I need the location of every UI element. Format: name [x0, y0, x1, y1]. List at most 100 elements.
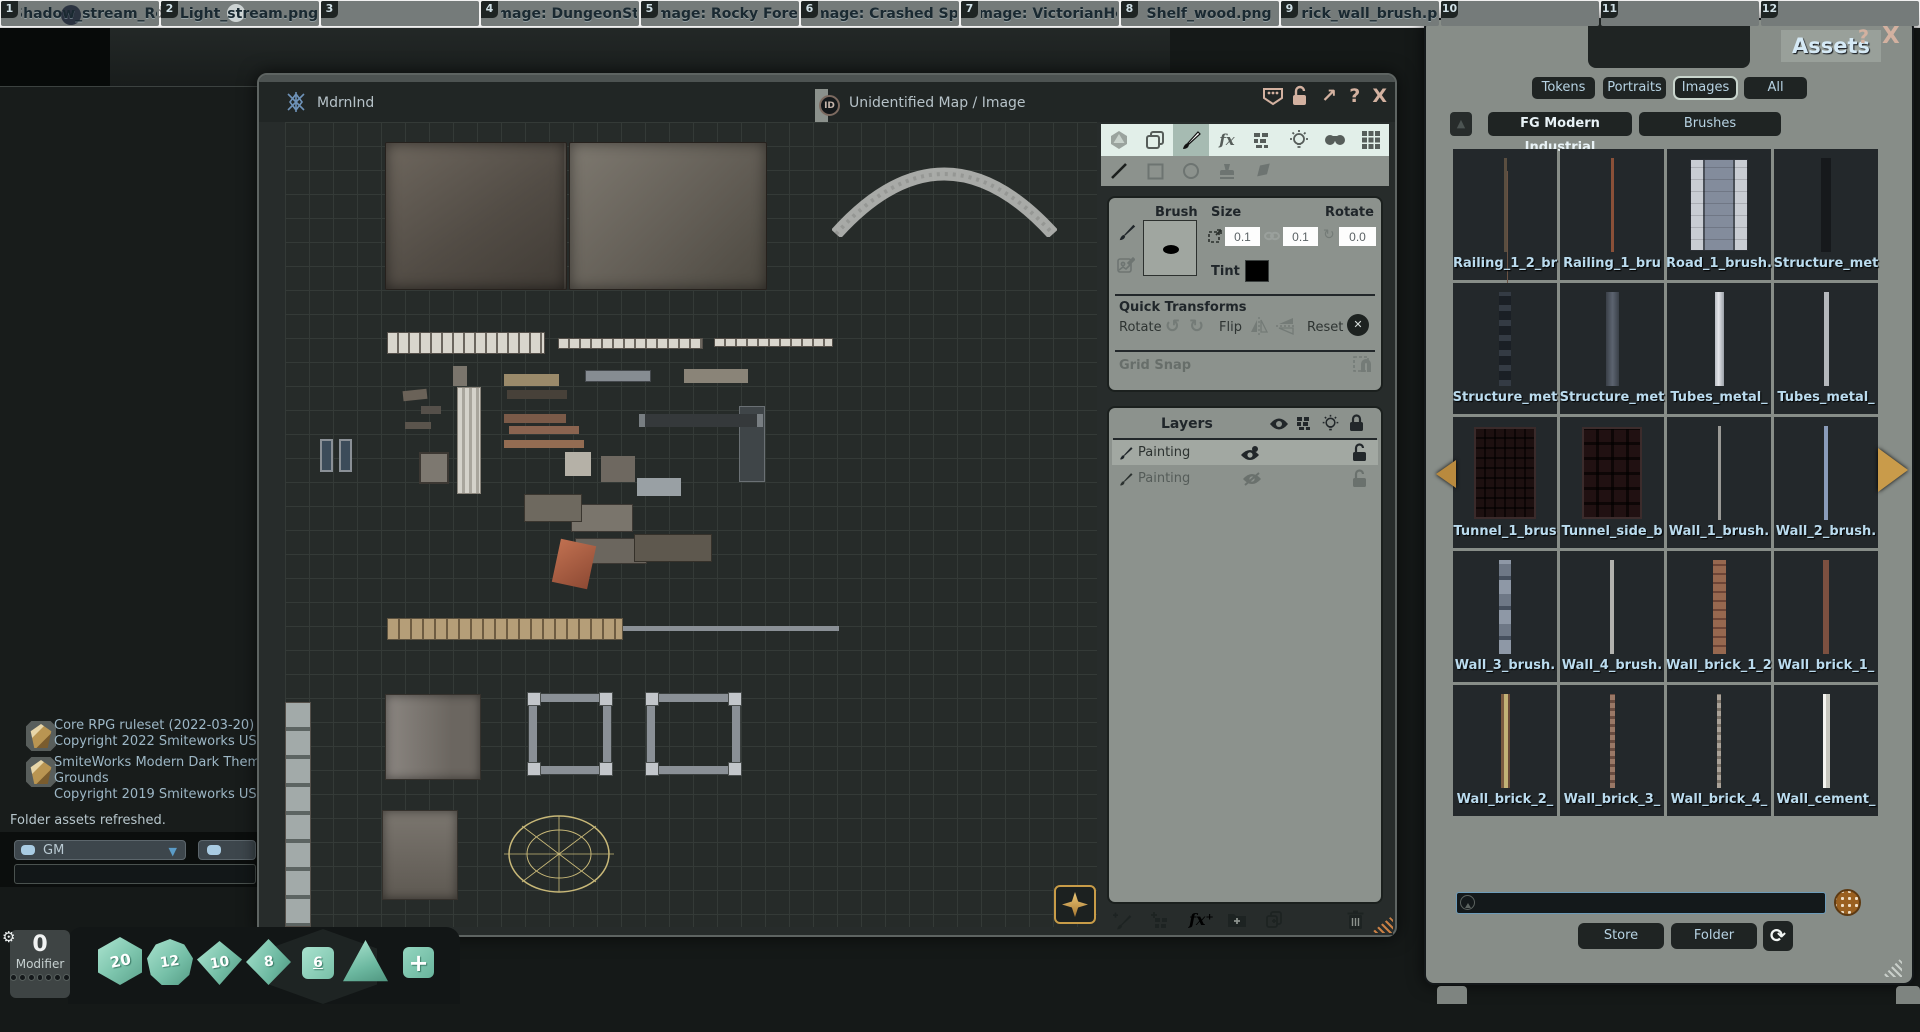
map-tab-label[interactable]: MdrnInd — [317, 95, 374, 111]
asset-item[interactable]: Tubes_metal_ — [1667, 283, 1771, 414]
asset-item[interactable]: Road_1_brush. — [1667, 149, 1771, 280]
asset-search-input[interactable] — [1456, 892, 1826, 914]
map-titlebar[interactable]: MdrnInd ID Unidentified Map / Image ↗ ? … — [259, 75, 1395, 122]
hotbar-slot-8[interactable]: 8Shelf_wood.png — [1121, 1, 1279, 26]
module-button[interactable]: FG Modern Industrial — [1488, 112, 1632, 136]
add-die-button[interactable]: + — [403, 947, 434, 978]
delete-layer-icon[interactable] — [1347, 910, 1364, 930]
chat-mode-button[interactable] — [198, 840, 256, 860]
assets-close-icon[interactable]: X — [1882, 23, 1900, 49]
asset-item[interactable]: Tunnel_1_brus — [1453, 417, 1557, 548]
help-icon[interactable]: ? — [1349, 85, 1360, 107]
effects-tool-icon[interactable]: fx — [1209, 124, 1245, 156]
speaker-dropdown[interactable]: GM ▼ — [14, 840, 186, 860]
asset-item[interactable]: Wall_brick_3_ — [1560, 685, 1664, 816]
rotate-cw-icon[interactable]: ↻ — [1189, 316, 1204, 337]
paint-tool-icon[interactable] — [1173, 124, 1209, 156]
hotbar-slot-12[interactable]: 12 — [1761, 1, 1919, 26]
duplicate-layer-icon[interactable] — [1265, 910, 1283, 930]
line-draw-icon[interactable] — [1101, 156, 1137, 186]
tiles-all-icon[interactable] — [1297, 416, 1313, 431]
refresh-button[interactable]: ⟳ — [1763, 921, 1793, 951]
hotbar-slot-11[interactable]: 11 — [1601, 1, 1759, 26]
asset-item[interactable]: Tubes_metal_ — [1774, 283, 1878, 414]
brush-height-input[interactable] — [1283, 227, 1318, 246]
visibility-all-icon[interactable] — [1269, 417, 1289, 431]
hotbar-slot-5[interactable]: 5Image: Rocky Fores — [641, 1, 799, 26]
layer-visible-icon[interactable] — [1240, 445, 1262, 461]
asset-item[interactable]: Wall_brick_1_2 — [1667, 551, 1771, 682]
asset-item[interactable]: Wall_2_brush. — [1774, 417, 1878, 548]
brush-width-input[interactable] — [1225, 227, 1260, 246]
window-nub[interactable] — [1896, 986, 1920, 1004]
mask-tool-icon[interactable] — [1317, 124, 1353, 156]
modifier-box[interactable]: 0 Modifier — [10, 930, 70, 998]
layer-row[interactable]: Painting — [1112, 466, 1378, 491]
asset-item[interactable]: Structure_met — [1774, 149, 1878, 280]
brush-rotate-input[interactable] — [1339, 227, 1376, 246]
stamp-draw-icon[interactable] — [1209, 156, 1245, 186]
tab-all[interactable]: All — [1744, 77, 1807, 99]
add-tiles-layer-icon[interactable] — [1151, 912, 1171, 930]
asset-item[interactable]: Wall_brick_4_ — [1667, 685, 1771, 816]
page-right-arrow[interactable] — [1878, 448, 1920, 492]
eraser-draw-icon[interactable] — [1245, 156, 1281, 186]
lock-all-icon[interactable] — [1349, 414, 1364, 432]
page-left-arrow[interactable] — [1422, 460, 1456, 488]
asset-item[interactable]: Railing_1_bru — [1560, 149, 1664, 280]
circle-draw-icon[interactable] — [1173, 156, 1209, 186]
asset-item[interactable]: Wall_1_brush. — [1667, 417, 1771, 548]
add-paint-layer-icon[interactable] — [1113, 911, 1133, 931]
layers-tool-icon[interactable] — [1137, 124, 1173, 156]
tokens-tool-icon[interactable] — [1101, 124, 1137, 156]
add-folder-icon[interactable] — [1227, 912, 1247, 928]
asset-item[interactable]: Wall_brick_1_ — [1774, 551, 1878, 682]
map-canvas[interactable] — [285, 122, 1097, 927]
hotbar-slot-7[interactable]: 7Image: VictorianHo — [961, 1, 1119, 26]
popout-icon[interactable]: ↗ — [1321, 85, 1337, 107]
tiles-tool-icon[interactable] — [1245, 124, 1281, 156]
brush-preview[interactable] — [1143, 220, 1197, 276]
collapse-module-button[interactable]: ▲ — [1450, 112, 1472, 136]
asset-item[interactable]: Wall_3_brush. — [1453, 551, 1557, 682]
chat-input[interactable] — [14, 864, 256, 884]
asset-item[interactable]: Wall_cement_ — [1774, 685, 1878, 816]
category-button[interactable]: Brushes — [1639, 112, 1781, 136]
layer-unlocked-icon[interactable] — [1352, 443, 1367, 462]
asset-item[interactable]: Railing_1_2_br — [1453, 149, 1557, 280]
gear-icon[interactable]: ⚙ — [2, 928, 15, 946]
asset-item[interactable]: Tunnel_side_b — [1560, 417, 1664, 548]
reset-button[interactable]: ✕ — [1347, 314, 1369, 336]
lighting-tool-icon[interactable] — [1281, 124, 1317, 156]
flip-vertical-icon[interactable] — [1275, 316, 1297, 336]
grid-tool-icon[interactable] — [1353, 124, 1389, 156]
tint-color-swatch[interactable] — [1245, 260, 1269, 282]
hotbar-slot-4[interactable]: 4Image: DungeonStr — [481, 1, 639, 26]
close-map-icon[interactable]: X — [1372, 85, 1387, 107]
token-banner-icon[interactable] — [1261, 85, 1285, 107]
asset-item[interactable]: Structure_met — [1560, 283, 1664, 414]
asset-item[interactable]: Wall_brick_2_ — [1453, 685, 1557, 816]
die-d6[interactable]: 6 — [302, 947, 334, 979]
tab-images[interactable]: Images — [1674, 77, 1737, 99]
edit-brush-icon[interactable] — [1117, 256, 1135, 274]
grid-snap-icon[interactable] — [1353, 356, 1373, 376]
assets-resize-grip[interactable] — [1882, 957, 1902, 977]
flip-horizontal-icon[interactable] — [1249, 316, 1269, 336]
window-nub[interactable] — [1437, 986, 1467, 1004]
lighting-all-icon[interactable] — [1321, 414, 1340, 433]
grid-view-button[interactable] — [1834, 889, 1861, 916]
hotbar-slot-6[interactable]: 6Image: Crashed Spa — [801, 1, 959, 26]
link-icon[interactable] — [1264, 230, 1280, 242]
rotate-icon[interactable]: ↻ — [1323, 227, 1335, 243]
tab-tokens[interactable]: Tokens — [1532, 77, 1595, 99]
asset-item[interactable]: Wall_4_brush. — [1560, 551, 1664, 682]
rotate-ccw-icon[interactable]: ↺ — [1165, 316, 1180, 337]
hotbar-slot-9[interactable]: 9Brick_wall_brush.pn — [1281, 1, 1439, 26]
assets-help-icon[interactable]: ? — [1858, 26, 1869, 48]
layer-unlocked-icon[interactable] — [1352, 469, 1367, 488]
rectangle-draw-icon[interactable] — [1137, 156, 1173, 186]
folder-button[interactable]: Folder — [1671, 923, 1757, 949]
hotbar-slot-3[interactable]: 3 — [321, 1, 479, 26]
hotbar-slot-2[interactable]: 2Light_stream.png — [161, 1, 319, 26]
